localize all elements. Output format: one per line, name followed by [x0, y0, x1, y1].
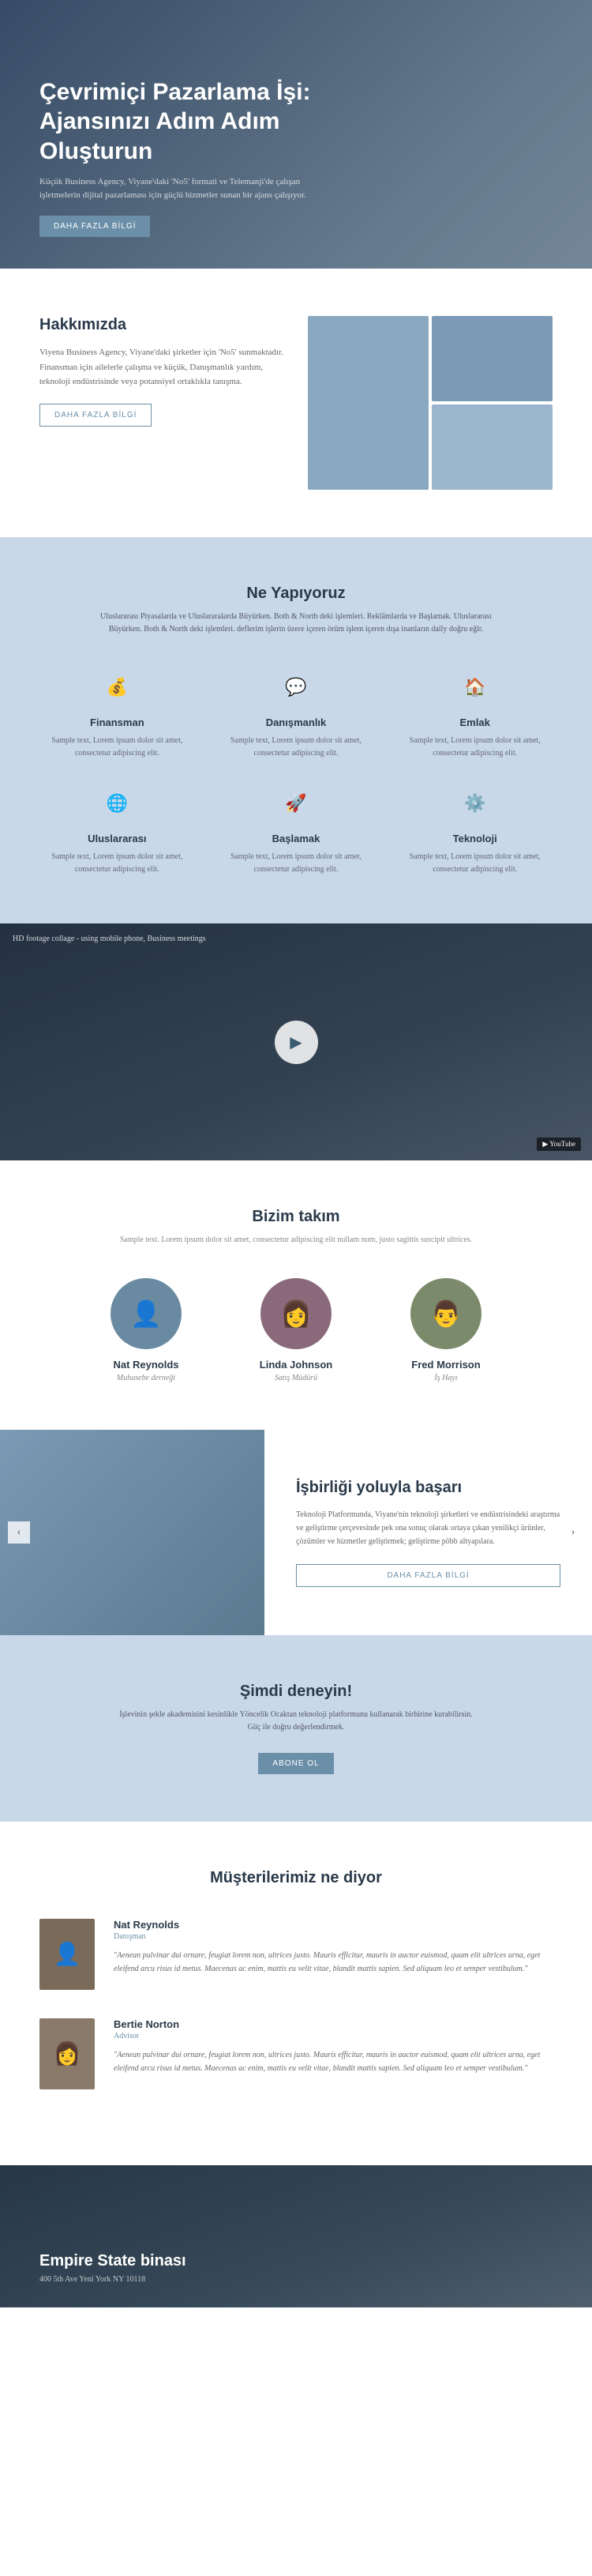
service-icon-4: 🚀 [276, 784, 316, 823]
service-title-1: Danışmanlık [219, 716, 374, 728]
service-title-2: Emlak [397, 716, 553, 728]
cta-title: Şimdi deneyin! [39, 1683, 553, 1701]
hero-section: Çevrimiçi Pazarlama İşi: Ajansınızı Adım… [0, 0, 592, 269]
service-icon-2: 🏠 [455, 668, 495, 707]
team-subtitle: Sample text. Lorem ipsum dolor sit amet,… [114, 1234, 478, 1247]
team-avatar-0: 👤 [111, 1278, 182, 1349]
testimonial-text-0: "Aenean pulvinar dui ornare, feugiat lor… [114, 1949, 553, 1976]
about-image-top-right [432, 316, 553, 401]
team-grid: 👤 Nat Reynolds Muhasebe derneği 👩 Linda … [39, 1278, 553, 1382]
services-section: Ne Yapıyoruz Uluslararası Piyasalarda ve… [0, 537, 592, 923]
service-title-5: Teknoloji [397, 833, 553, 844]
about-images [308, 316, 553, 490]
footer-content: Empire State binası 400 5th Ave Yeni Yor… [39, 2252, 186, 2284]
team-member-2: 👨 Fred Morrison İş Hayı [383, 1278, 509, 1382]
service-icon-3: 🌐 [97, 784, 137, 823]
team-name-0: Nat Reynolds [83, 1359, 209, 1371]
footer-overlay [0, 2165, 592, 2307]
about-paragraph: Viyena Business Agency, Viyane'daki şirk… [39, 345, 284, 389]
service-text-5: Sample text, Lorem ipsum dolor sit amet,… [397, 851, 553, 876]
footer-subtitle: 400 5th Ave Yeni York NY 10118 [39, 2275, 186, 2284]
about-section: Hakkımızda Viyena Business Agency, Viyan… [0, 269, 592, 537]
service-item-5: ⚙️ Teknoloji Sample text, Lorem ipsum do… [397, 784, 553, 876]
service-title-4: Başlamak [219, 833, 374, 844]
footer-title: Empire State binası [39, 2252, 186, 2270]
testimonial-role-0: Danışman [114, 1932, 553, 1941]
service-title-0: Finansman [39, 716, 195, 728]
team-role-1: Satış Müdürü [233, 1374, 359, 1382]
about-image-bottom-right [432, 404, 553, 490]
service-item-4: 🚀 Başlamak Sample text, Lorem ipsum dolo… [219, 784, 374, 876]
team-avatar-2: 👨 [410, 1278, 481, 1349]
service-text-1: Sample text, Lorem ipsum dolor sit amet,… [219, 735, 374, 760]
service-item-1: 💬 Danışmanlık Sample text, Lorem ipsum d… [219, 668, 374, 760]
youtube-badge: ▶ YouTube [537, 1138, 581, 1151]
video-play-button[interactable]: ▶ [275, 1021, 318, 1064]
team-role-2: İş Hayı [383, 1374, 509, 1382]
collab-prev-arrow[interactable]: ‹ [8, 1521, 30, 1544]
testimonial-content-0: Nat Reynolds Danışman "Aenean pulvinar d… [114, 1919, 553, 1976]
testimonial-role-1: Advisor [114, 2032, 553, 2040]
video-section: HD footage collage - using mobile phone,… [0, 923, 592, 1160]
testimonials-list: 👤 Nat Reynolds Danışman "Aenean pulvinar… [39, 1919, 553, 2089]
service-text-2: Sample text, Lorem ipsum dolor sit amet,… [397, 735, 553, 760]
services-subtitle: Uluslararası Piyasalarda ve Uluslararala… [99, 611, 493, 636]
team-avatar-1: 👩 [260, 1278, 332, 1349]
team-title: Bizim takım [39, 1208, 553, 1226]
service-icon-5: ⚙️ [455, 784, 495, 823]
team-role-0: Muhasebe derneği [83, 1374, 209, 1382]
testimonial-name-0: Nat Reynolds [114, 1919, 553, 1931]
collab-next-arrow[interactable]: › [562, 1521, 584, 1544]
testimonial-avatar-1: 👩 [39, 2018, 95, 2089]
testimonial-item-0: 👤 Nat Reynolds Danışman "Aenean pulvinar… [39, 1919, 553, 1990]
testimonials-title: Müşterilerimiz ne diyor [39, 1869, 553, 1887]
service-text-3: Sample text, Lorem ipsum dolor sit amet,… [39, 851, 195, 876]
team-name-1: Linda Johnson [233, 1359, 359, 1371]
service-text-0: Sample text, Lorem ipsum dolor sit amet,… [39, 735, 195, 760]
cta-text: İşlevinin şekle akademisini kesinlikle Y… [114, 1709, 478, 1734]
services-grid: 💰 Finansman Sample text, Lorem ipsum dol… [39, 668, 553, 876]
cta-subscribe-button[interactable]: ABONE OL [258, 1753, 333, 1774]
about-text: Hakkımızda Viyena Business Agency, Viyan… [39, 316, 284, 490]
service-item-3: 🌐 Uluslararası Sample text, Lorem ipsum … [39, 784, 195, 876]
collaboration-content: İşbirliği yoluyla başarı Teknoloji Platf… [264, 1430, 592, 1635]
testimonial-content-1: Bertie Norton Advisor "Aenean pulvinar d… [114, 2018, 553, 2075]
team-section: Bizim takım Sample text. Lorem ipsum dol… [0, 1160, 592, 1430]
testimonial-avatar-0: 👤 [39, 1919, 95, 1990]
cta-section: Şimdi deneyin! İşlevinin şekle akademisi… [0, 1635, 592, 1822]
service-item-0: 💰 Finansman Sample text, Lorem ipsum dol… [39, 668, 195, 760]
services-title: Ne Yapıyoruz [39, 585, 553, 603]
footer-section: Empire State binası 400 5th Ave Yeni Yor… [0, 2165, 592, 2307]
team-member-1: 👩 Linda Johnson Satış Müdürü [233, 1278, 359, 1382]
collab-title: İşbirliği yoluyla başarı [296, 1479, 560, 1497]
hero-cta-button[interactable]: DAHA FAZLA BİLGİ [39, 216, 150, 237]
testimonial-text-1: "Aenean pulvinar dui ornare, feugiat lor… [114, 2048, 553, 2075]
about-image-left [308, 316, 429, 490]
about-title: Hakkımızda [39, 316, 284, 334]
hero-subtitle: Küçük Business Agency, Viyane'daki 'No5'… [39, 175, 339, 201]
hero-title: Çevrimiçi Pazarlama İşi: Ajansınızı Adım… [39, 77, 371, 167]
testimonial-item-1: 👩 Bertie Norton Advisor "Aenean pulvinar… [39, 2018, 553, 2089]
service-text-4: Sample text, Lorem ipsum dolor sit amet,… [219, 851, 374, 876]
video-label: HD footage collage - using mobile phone,… [13, 935, 206, 943]
team-member-0: 👤 Nat Reynolds Muhasebe derneği [83, 1278, 209, 1382]
service-icon-0: 💰 [97, 668, 137, 707]
testimonials-section: Müşterilerimiz ne diyor 👤 Nat Reynolds D… [0, 1822, 592, 2165]
collaboration-section: ‹ İşbirliği yoluyla başarı Teknoloji Pla… [0, 1430, 592, 1635]
collab-cta-button[interactable]: DAHA FAZLA BİLGİ [296, 1564, 560, 1587]
service-item-2: 🏠 Emlak Sample text, Lorem ipsum dolor s… [397, 668, 553, 760]
team-name-2: Fred Morrison [383, 1359, 509, 1371]
service-icon-1: 💬 [276, 668, 316, 707]
testimonial-name-1: Bertie Norton [114, 2018, 553, 2030]
collaboration-image [0, 1430, 264, 1635]
collab-text: Teknoloji Platformunda, Viyane'nin tekno… [296, 1508, 560, 1548]
about-cta-button[interactable]: DAHA FAZLA BİLGİ [39, 404, 152, 427]
service-title-3: Uluslararası [39, 833, 195, 844]
